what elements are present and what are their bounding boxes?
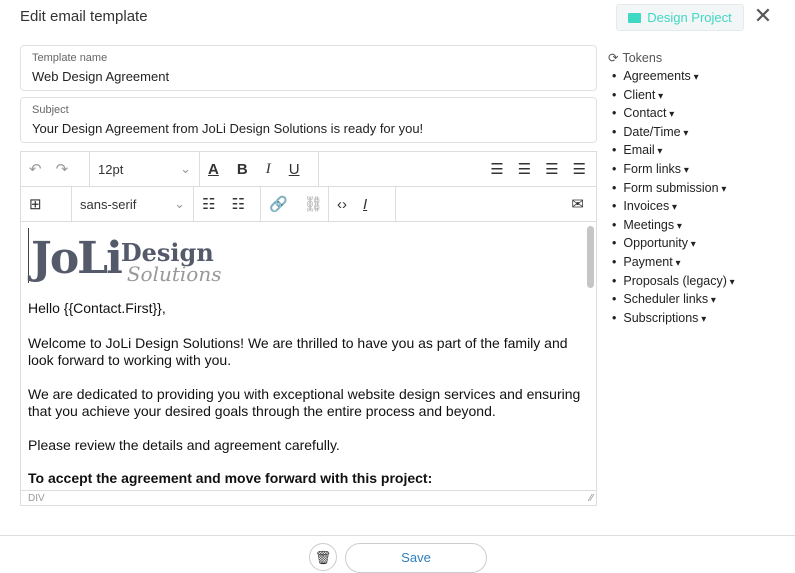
caret-down-icon: ▾ [726, 276, 735, 288]
token-category[interactable]: Payment ▾ [608, 255, 735, 274]
greeting: Hello {{Contact.First}}, [28, 300, 166, 316]
token-category[interactable]: Subscriptions ▾ [608, 311, 735, 330]
clear-format-icon[interactable]: I [363, 196, 367, 213]
token-label: Client [623, 87, 656, 102]
caret-down-icon: ▾ [680, 127, 689, 139]
footer-divider [0, 535, 795, 536]
underline-icon[interactable]: U [289, 161, 300, 178]
paragraph: Welcome to JoLi Design Solutions! We are… [28, 335, 568, 368]
tokens-panel: ⟳Tokens Agreements ▾Client ▾Contact ▾Dat… [608, 50, 735, 329]
token-label: Date/Time [623, 124, 681, 139]
token-category[interactable]: Opportunity ▾ [608, 236, 735, 255]
token-category[interactable]: Agreements ▾ [608, 69, 735, 88]
token-category[interactable]: Scheduler links ▾ [608, 292, 735, 311]
table-icon: ⊞ [29, 196, 42, 213]
token-label: Proposals (legacy) [623, 273, 727, 288]
paragraph: We are dedicated to providing you with e… [28, 386, 581, 419]
caret-down-icon: ▾ [669, 202, 678, 214]
caret-down-icon: ▾ [654, 146, 663, 158]
close-icon[interactable]: ✕ [752, 4, 774, 28]
resize-handle-icon[interactable]: ⁄⁄ [590, 491, 593, 506]
chevron-down-icon: ⌄ [180, 161, 191, 176]
scrollbar[interactable] [587, 226, 594, 288]
project-label: Design Project [647, 10, 732, 25]
subject-label: Subject [32, 104, 69, 116]
delete-button[interactable]: 🗑 [309, 543, 337, 571]
redo-icon[interactable]: ↷ [56, 160, 69, 178]
token-label: Contact [623, 106, 667, 121]
token-category[interactable]: Form submission ▾ [608, 181, 735, 200]
token-label: Invoices [623, 199, 670, 214]
token-label: Form submission [623, 180, 719, 195]
token-category[interactable]: Proposals (legacy) ▾ [608, 273, 735, 293]
save-button[interactable]: Save [345, 543, 487, 573]
editor-content[interactable]: JoLi Design Solutions Hello {{Contact.Fir… [21, 222, 596, 490]
caret-down-icon: ▾ [674, 220, 682, 232]
tokens-title: Tokens [622, 50, 663, 65]
paragraph-bold: To accept the agreement and move forward… [28, 470, 433, 486]
paragraph: Please review the details and agreement … [28, 437, 340, 453]
template-name-label: Template name [32, 52, 108, 64]
align-center-icon[interactable]: ☰ [518, 160, 531, 178]
undo-icon[interactable]: ↶ [29, 160, 42, 178]
token-label: Meetings [623, 217, 675, 232]
italic-icon[interactable]: I [266, 161, 271, 178]
token-label: Form links [623, 161, 682, 176]
font-family-select[interactable]: sans-serif ⌄ [72, 187, 194, 221]
email-attachment-icon[interactable]: ✉ [571, 196, 584, 213]
align-left-icon[interactable]: ☰ [490, 160, 503, 178]
unlink-icon[interactable]: ⛓ [304, 195, 323, 213]
chevron-down-icon: ⌄ [174, 196, 185, 211]
token-label: Subscriptions [623, 310, 699, 325]
refresh-search-icon[interactable]: ⟳ [608, 50, 618, 65]
code-icon[interactable]: ‹› [337, 196, 347, 213]
caret-down-icon: ▾ [655, 90, 664, 102]
element-path: DIV [28, 493, 45, 504]
caret-down-icon: ▾ [681, 164, 689, 176]
table-button[interactable]: ⊞ [21, 187, 72, 221]
toolbar-row-1: ↶ ↷ 12pt ⌄ A B I U ☰ ☰ ☰ ☰ [21, 152, 596, 187]
font-size-select[interactable]: 12pt ⌄ [90, 152, 200, 186]
toolbar-row-2: ⊞ sans-serif ⌄ ☷ ☷ 🔗 ⛓ ‹› I ✉ [21, 187, 596, 222]
font-size-value: 12pt [98, 161, 124, 177]
bullet-list-icon[interactable]: ☷ [202, 195, 215, 213]
company-logo: JoLi Design Solutions [28, 228, 221, 284]
caret-down-icon: ▾ [690, 72, 699, 83]
template-name-input[interactable]: Web Design Agreement [32, 69, 585, 84]
rich-text-editor: ↶ ↷ 12pt ⌄ A B I U ☰ ☰ ☰ ☰ ⊞ sans-serif ⌄ … [20, 151, 597, 506]
bold-icon[interactable]: B [237, 161, 248, 178]
token-label: Email [623, 143, 655, 158]
token-label: Opportunity [623, 236, 689, 251]
token-category[interactable]: Date/Time ▾ [608, 125, 735, 144]
token-category[interactable]: Client ▾ [608, 88, 735, 107]
caret-down-icon: ▾ [698, 313, 707, 325]
folder-icon [628, 12, 642, 23]
token-label: Scheduler links [623, 292, 709, 307]
token-category[interactable]: Meetings ▾ [608, 218, 735, 237]
caret-down-icon: ▾ [666, 109, 675, 121]
caret-down-icon: ▾ [718, 183, 727, 195]
subject-input[interactable]: Your Design Agreement from JoLi Design S… [32, 121, 585, 136]
token-label: Agreements [623, 69, 691, 83]
token-category[interactable]: Form links ▾ [608, 162, 735, 181]
subject-field[interactable]: Subject Your Design Agreement from JoLi … [20, 97, 597, 143]
token-category[interactable]: Email ▾ [608, 143, 735, 162]
align-right-icon[interactable]: ☰ [545, 160, 558, 178]
font-family-value: sans-serif [80, 196, 137, 212]
link-icon[interactable]: 🔗 [269, 195, 288, 213]
token-label: Payment [623, 254, 673, 269]
justify-icon[interactable]: ☰ [573, 160, 586, 178]
trash-icon: 🗑 [314, 550, 332, 565]
status-bar: DIV ⁄⁄ [21, 490, 596, 506]
numbered-list-icon[interactable]: ☷ [231, 195, 244, 213]
caret-down-icon: ▾ [708, 295, 716, 307]
template-name-field[interactable]: Template name Web Design Agreement [20, 45, 597, 91]
design-project-button[interactable]: Design Project [616, 4, 744, 31]
token-category[interactable]: Invoices ▾ [608, 199, 735, 218]
caret-down-icon: ▾ [672, 257, 681, 269]
text-color-icon[interactable]: A [208, 161, 219, 178]
token-category[interactable]: Contact ▾ [608, 106, 735, 125]
dialog-title: Edit email template [20, 8, 148, 25]
caret-down-icon: ▾ [688, 239, 696, 251]
